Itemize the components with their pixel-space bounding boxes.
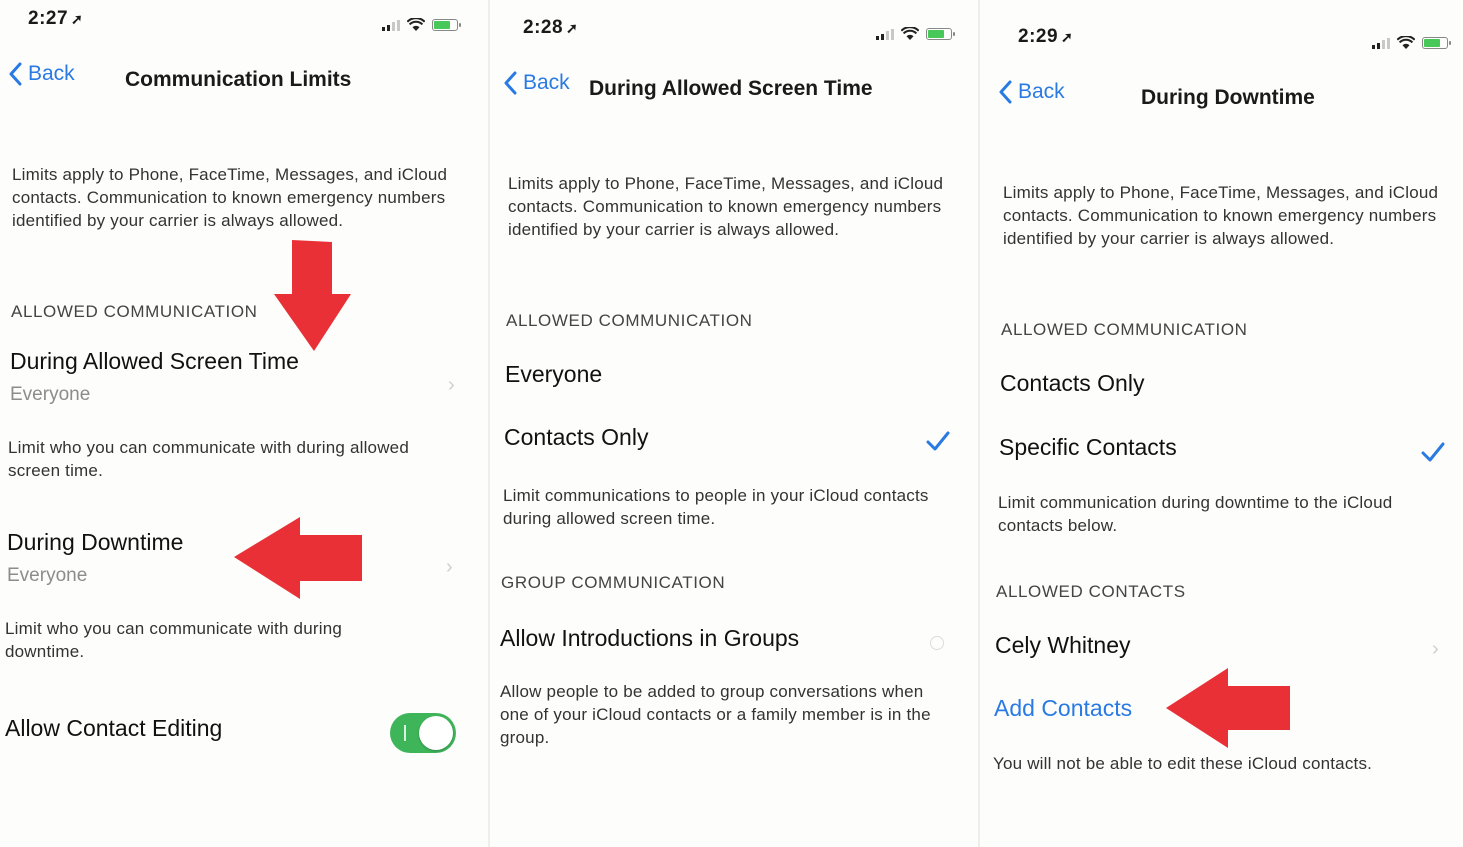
allow-contact-editing-label: Allow Contact Editing	[5, 715, 223, 741]
chevron-right-icon: ›	[448, 374, 455, 396]
row-value: Everyone	[7, 565, 88, 586]
wifi-icon	[901, 27, 919, 40]
add-contacts-button[interactable]: Add Contacts	[994, 695, 1132, 722]
option-label: Contacts Only	[1000, 370, 1145, 396]
checkmark-icon	[926, 431, 950, 451]
option-contacts-only[interactable]: Contacts Only	[980, 358, 1450, 410]
page-title: During Allowed Screen Time	[589, 77, 873, 100]
checkmark-icon	[1421, 442, 1445, 462]
during-allowed-screen-time-row[interactable]: During Allowed Screen Time Everyone ›	[0, 340, 470, 415]
status-icons	[876, 27, 955, 41]
contact-name: Cely Whitney	[995, 632, 1131, 658]
red-arrow-down-icon	[274, 240, 351, 351]
location-arrow-icon: ➚	[1061, 29, 1074, 45]
status-time: 2:28 ➚	[523, 17, 579, 38]
chevron-right-icon: ›	[1432, 638, 1439, 660]
section-allowed-communication: ALLOWED COMMUNICATION	[11, 302, 258, 321]
red-arrow-left-icon	[234, 517, 362, 599]
options-footer: Limit communications to people in your i…	[503, 486, 929, 528]
red-arrow-left-icon	[1166, 668, 1290, 748]
contact-row-cely-whitney[interactable]: Cely Whitney ›	[980, 620, 1450, 672]
option-label: Specific Contacts	[999, 434, 1177, 460]
status-icons	[382, 18, 461, 32]
status-time: 2:29 ➚	[1018, 26, 1074, 47]
back-label: Back	[28, 62, 75, 85]
option-specific-contacts[interactable]: Specific Contacts	[980, 421, 1450, 473]
row-value: Everyone	[10, 384, 91, 405]
cellular-signal-icon	[1372, 37, 1390, 49]
option-label: Allow Introductions in Groups	[500, 625, 800, 651]
cellular-signal-icon	[382, 19, 400, 31]
group-footer: Allow people to be added to group conver…	[500, 682, 931, 747]
option-contacts-only[interactable]: Contacts Only	[490, 412, 960, 464]
limits-description: Limits apply to Phone, FaceTime, Message…	[12, 165, 448, 230]
location-arrow-icon: ➚	[566, 20, 579, 36]
row-title: During Downtime	[7, 529, 184, 555]
downtime-footer: Limit who you can communicate with durin…	[5, 619, 343, 661]
option-everyone[interactable]: Everyone	[490, 350, 960, 400]
back-label: Back	[523, 71, 570, 94]
allow-introductions-in-groups-row[interactable]: Allow Introductions in Groups	[490, 612, 960, 664]
screen-during-downtime: 2:29 ➚ Back During Downtime Limits apply …	[980, 0, 1463, 847]
chevron-right-icon: ›	[446, 556, 453, 578]
wifi-icon	[407, 18, 425, 31]
back-button[interactable]: Back	[503, 71, 570, 95]
location-arrow-icon: ➚	[71, 11, 84, 27]
cellular-signal-icon	[876, 28, 894, 40]
page-title: Communication Limits	[125, 68, 352, 91]
chevron-left-icon	[504, 71, 517, 95]
back-button[interactable]: Back	[8, 62, 75, 86]
section-allowed-contacts: ALLOWED CONTACTS	[996, 582, 1186, 601]
screen-communication-limits: 2:27 ➚ Back Communication Limits Limits a…	[0, 0, 488, 847]
screen-time-footer: Limit who you can communicate with durin…	[8, 438, 409, 480]
options-footer: Limit communication during downtime to t…	[998, 493, 1393, 535]
page-title: During Downtime	[1141, 86, 1315, 109]
status-time: 2:27 ➚	[28, 8, 84, 29]
chevron-left-icon	[9, 62, 22, 86]
option-label: Contacts Only	[504, 424, 649, 450]
section-group-communication: GROUP COMMUNICATION	[501, 573, 726, 592]
contacts-footer: You will not be able to edit these iClou…	[993, 754, 1373, 773]
battery-icon	[1422, 37, 1451, 49]
option-label: Everyone	[505, 361, 603, 387]
status-icons	[1372, 36, 1451, 50]
limits-description: Limits apply to Phone, FaceTime, Message…	[508, 174, 944, 239]
allow-contact-editing-toggle[interactable]	[390, 713, 456, 753]
wifi-icon	[1397, 36, 1415, 49]
section-allowed-communication: ALLOWED COMMUNICATION	[506, 311, 753, 330]
row-title: During Allowed Screen Time	[10, 348, 299, 374]
chevron-left-icon	[999, 80, 1012, 104]
section-allowed-communication: ALLOWED COMMUNICATION	[1001, 320, 1248, 339]
back-button[interactable]: Back	[998, 80, 1065, 104]
back-label: Back	[1018, 80, 1065, 103]
battery-icon	[432, 19, 461, 31]
screen-during-allowed-screen-time: 2:28 ➚ Back During Allowed Screen Time Li…	[490, 0, 978, 847]
unchecked-indicator-icon	[930, 636, 944, 650]
limits-description: Limits apply to Phone, FaceTime, Message…	[1003, 183, 1439, 248]
battery-icon	[926, 28, 955, 40]
